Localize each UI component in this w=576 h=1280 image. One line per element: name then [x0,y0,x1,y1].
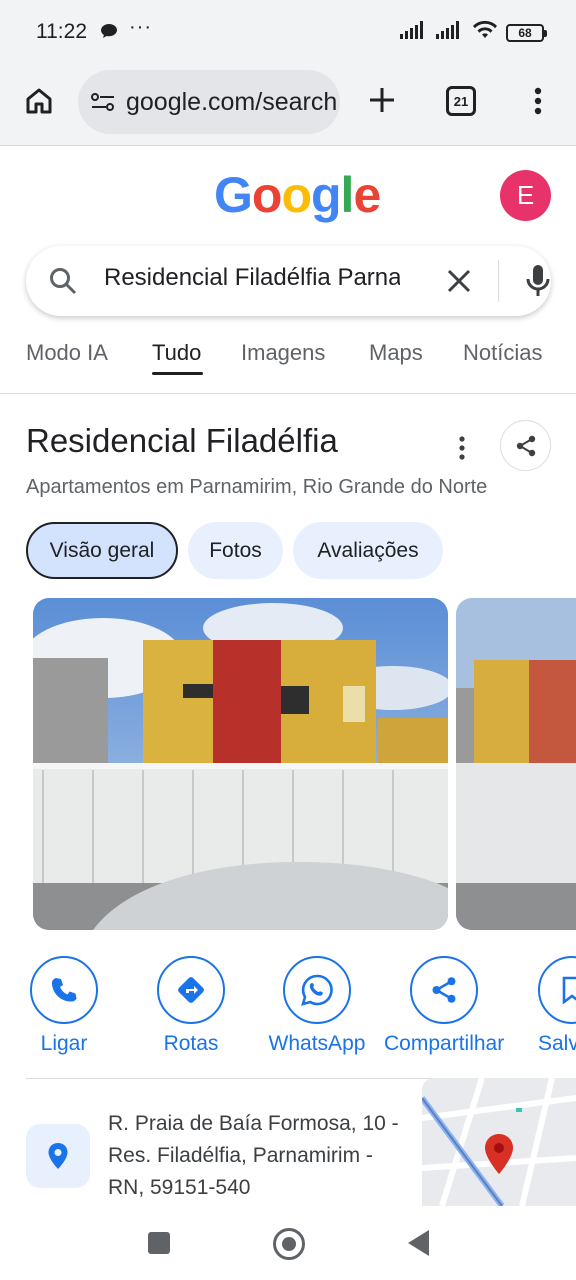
place-photo[interactable] [456,598,576,930]
home-icon [26,88,52,114]
google-logo-letter: e [353,167,381,223]
address-bar[interactable]: google.com/search [78,70,340,134]
action-share-label: Compartilhar [384,1032,505,1055]
browser-menu-button[interactable] [526,84,550,118]
share-icon [410,956,478,1024]
chat-bubble-icon [100,23,118,44]
status-bar: 11:22 ··· 68 [0,0,576,64]
account-avatar[interactable]: E [500,170,551,221]
location-pin-icon [26,1124,90,1188]
place-photo[interactable] [33,598,448,930]
tab-noticias[interactable]: Notícias [463,340,542,366]
signal-icon [436,21,464,44]
search-icon[interactable] [48,266,78,301]
directions-icon [157,956,225,1024]
action-whatsapp[interactable]: WhatsApp [257,956,377,1056]
bookmark-icon [538,956,576,1024]
more-vert-icon [534,87,542,115]
tab-maps[interactable]: Maps [369,340,423,366]
action-save[interactable]: Salvar [511,956,576,1056]
tab-switcher-button[interactable]: 21 [446,86,476,116]
place-title: Residencial Filadélfia [26,422,338,459]
address-text[interactable]: R. Praia de Baía Formosa, 10 - Res. Fila… [108,1108,408,1204]
chip-visao-geral[interactable]: Visão geral [26,522,178,579]
wifi-icon [472,20,498,45]
url-text: google.com/search [126,87,338,116]
battery-icon: 68 [506,23,547,42]
google-logo-letter: G [214,167,253,223]
whatsapp-icon [283,956,351,1024]
system-nav-bar [0,1206,576,1280]
more-vert-icon [459,436,465,460]
plus-icon [370,88,394,112]
google-logo[interactable]: Google [214,166,381,224]
voice-search-button[interactable] [523,262,553,300]
action-call-label: Ligar [40,1032,88,1055]
search-input[interactable] [104,264,400,292]
action-directions[interactable]: Rotas [131,956,251,1056]
search-box [26,246,551,316]
search-divider [498,260,499,302]
status-icons: 68 [400,20,547,45]
back-button[interactable] [408,1230,429,1256]
action-share[interactable]: Compartilhar [384,956,504,1056]
signal-icon [400,21,428,44]
close-icon [447,269,471,293]
new-tab-button[interactable] [364,82,400,118]
map-thumbnail[interactable] [422,1078,576,1206]
phone-icon [30,956,98,1024]
mic-icon [526,265,550,296]
chip-avaliacoes[interactable]: Avaliações [293,522,443,579]
tab-imagens[interactable]: Imagens [241,340,325,366]
clear-search-button[interactable] [444,266,474,296]
google-logo-letter: o [251,167,283,223]
action-call[interactable]: Ligar [4,956,124,1056]
google-logo-letter: g [311,167,342,223]
browser-toolbar: google.com/search 21 [0,64,576,146]
site-settings-icon [91,93,114,111]
action-directions-label: Rotas [163,1032,219,1055]
place-more-button[interactable] [452,434,472,462]
google-logo-letter: o [281,167,312,223]
status-time: 11:22 [36,20,87,43]
home-button[interactable] [22,84,56,118]
google-logo-letter: l [340,167,355,223]
action-whatsapp-label: WhatsApp [268,1032,366,1055]
notification-dots: ··· [129,16,152,38]
action-save-label: Salvar [538,1032,576,1055]
share-button[interactable] [500,420,551,471]
home-nav-button[interactable] [273,1228,305,1260]
search-tabs: Modo IA Tudo Imagens Maps Notícias [0,326,576,394]
tab-tudo[interactable]: Tudo [152,340,201,366]
active-tab-indicator [152,372,203,375]
recents-button[interactable] [148,1232,170,1254]
tab-modo-ia[interactable]: Modo IA [26,340,108,366]
chip-fotos[interactable]: Fotos [188,522,283,579]
place-subtitle: Apartamentos em Parnamirim, Rio Grande d… [26,476,488,498]
share-icon [516,435,535,456]
